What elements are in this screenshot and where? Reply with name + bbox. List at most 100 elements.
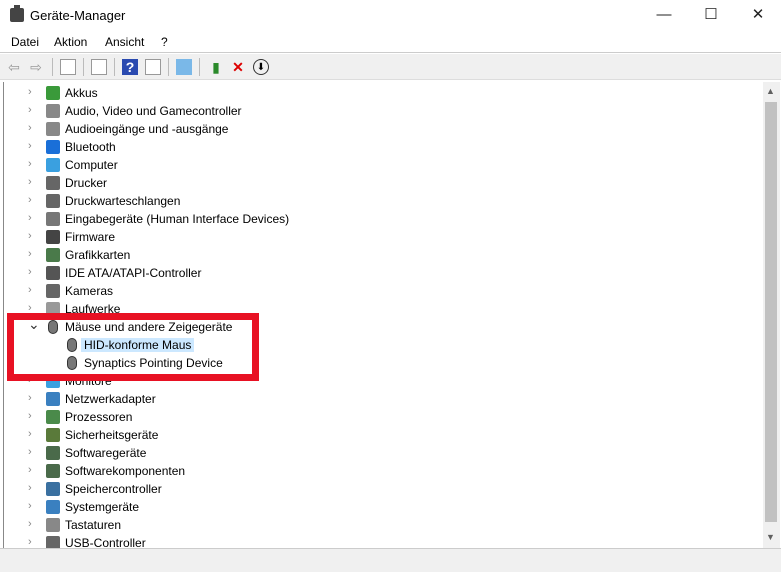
expand-chevron-icon[interactable]: › xyxy=(28,374,32,386)
menu-bar: Datei Aktion Ansicht ? xyxy=(0,31,781,53)
category-item[interactable]: › Akkus xyxy=(4,84,744,102)
minimize-button[interactable]: — xyxy=(641,4,687,26)
expand-chevron-icon[interactable]: › xyxy=(28,536,32,548)
collapse-chevron-icon[interactable]: ⌄ xyxy=(28,316,40,333)
item-label: Laufwerke xyxy=(65,302,121,316)
category-item[interactable]: › Tastaturen xyxy=(4,516,744,534)
expand-chevron-icon[interactable]: › xyxy=(28,176,32,188)
item-label: Systemgeräte xyxy=(65,500,140,514)
item-label: Drucker xyxy=(65,176,108,190)
expand-chevron-icon[interactable]: › xyxy=(28,230,32,242)
device-category-icon xyxy=(46,536,60,548)
expand-chevron-icon[interactable]: › xyxy=(28,266,32,278)
category-item[interactable]: › Prozessoren xyxy=(4,408,744,426)
expand-chevron-icon[interactable]: › xyxy=(28,86,32,98)
help-icon[interactable]: ? xyxy=(122,59,138,75)
category-item[interactable]: › Kameras xyxy=(4,282,744,300)
item-label: Akkus xyxy=(65,86,98,100)
expand-chevron-icon[interactable]: › xyxy=(28,446,32,458)
device-item[interactable]: Synaptics Pointing Device xyxy=(4,354,744,372)
device-category-icon xyxy=(46,392,60,406)
expand-chevron-icon[interactable]: › xyxy=(28,140,32,152)
category-item[interactable]: › Systemgeräte xyxy=(4,498,744,516)
expand-chevron-icon[interactable]: › xyxy=(28,482,32,494)
expand-chevron-icon[interactable]: › xyxy=(28,122,32,134)
item-label: USB-Controller xyxy=(65,536,146,548)
category-item[interactable]: › Audioeingänge und -ausgänge xyxy=(4,120,744,138)
disable-icon[interactable]: ⬇ xyxy=(253,59,269,75)
category-item[interactable]: › Monitore xyxy=(4,372,744,390)
category-item[interactable]: › Druckwarteschlangen xyxy=(4,192,744,210)
item-label: Druckwarteschlangen xyxy=(65,194,181,208)
category-item[interactable]: › Sicherheitsgeräte xyxy=(4,426,744,444)
back-icon[interactable]: ⇦ xyxy=(6,59,22,75)
vertical-scrollbar[interactable]: ▲ ▼ xyxy=(763,82,780,548)
item-label: Kameras xyxy=(65,284,114,298)
separator xyxy=(114,58,115,76)
category-item[interactable]: › Drucker xyxy=(4,174,744,192)
device-category-icon xyxy=(46,374,60,388)
expand-chevron-icon[interactable]: › xyxy=(28,284,32,296)
scroll-up-icon[interactable]: ▲ xyxy=(766,86,775,96)
expand-chevron-icon[interactable]: › xyxy=(28,464,32,476)
maximize-button[interactable]: ☐ xyxy=(688,4,734,26)
expand-chevron-icon[interactable]: › xyxy=(28,158,32,170)
item-label: Netzwerkadapter xyxy=(65,392,156,406)
category-item[interactable]: › USB-Controller xyxy=(4,534,744,548)
menu-ansicht[interactable]: Ansicht xyxy=(105,35,144,49)
scroll-down-icon[interactable]: ▼ xyxy=(766,532,775,542)
mouse-icon xyxy=(67,356,77,370)
category-item[interactable]: › IDE ATA/ATAPI-Controller xyxy=(4,264,744,282)
category-item[interactable]: › Laufwerke xyxy=(4,300,744,318)
category-item[interactable]: ⌄ Mäuse und andere Zeigegeräte xyxy=(4,316,744,336)
category-item[interactable]: › Audio, Video und Gamecontroller xyxy=(4,102,744,120)
category-item[interactable]: › Grafikkarten xyxy=(4,246,744,264)
menu-datei[interactable]: Datei xyxy=(11,35,39,49)
update-driver-icon[interactable]: ▮ xyxy=(208,59,224,75)
toolbar: ⇦ ⇨ ? ▮ ✕ ⬇ xyxy=(0,54,781,80)
item-label: Mäuse und andere Zeigegeräte xyxy=(65,320,233,334)
expand-chevron-icon[interactable]: › xyxy=(28,104,32,116)
close-button[interactable]: ✕ xyxy=(735,4,781,26)
forward-icon[interactable]: ⇨ xyxy=(28,59,44,75)
title-bar: Geräte-Manager — ☐ ✕ xyxy=(0,0,781,31)
device-category-icon xyxy=(46,518,60,532)
item-label: Softwaregeräte xyxy=(65,446,147,460)
category-item[interactable]: › Bluetooth xyxy=(4,138,744,156)
separator xyxy=(52,58,53,76)
category-item[interactable]: › Netzwerkadapter xyxy=(4,390,744,408)
device-category-icon xyxy=(46,446,60,460)
expand-chevron-icon[interactable]: › xyxy=(28,302,32,314)
category-item[interactable]: › Speichercontroller xyxy=(4,480,744,498)
category-item[interactable]: › Computer xyxy=(4,156,744,174)
expand-chevron-icon[interactable]: › xyxy=(28,212,32,224)
expand-chevron-icon[interactable]: › xyxy=(28,518,32,530)
device-category-icon xyxy=(46,158,60,172)
expand-chevron-icon[interactable]: › xyxy=(28,248,32,260)
expand-chevron-icon[interactable]: › xyxy=(28,392,32,404)
category-item[interactable]: › Eingabegeräte (Human Interface Devices) xyxy=(4,210,744,228)
item-label: IDE ATA/ATAPI-Controller xyxy=(65,266,202,280)
category-item[interactable]: › Softwaregeräte xyxy=(4,444,744,462)
action-pane-icon[interactable] xyxy=(145,59,161,75)
category-item[interactable]: › Softwarekomponenten xyxy=(4,462,744,480)
device-category-icon xyxy=(46,230,60,244)
scan-hardware-icon[interactable] xyxy=(176,59,192,75)
separator xyxy=(83,58,84,76)
scrollbar-thumb[interactable] xyxy=(765,102,777,522)
menu-help[interactable]: ? xyxy=(161,35,168,49)
item-label: Eingabegeräte (Human Interface Devices) xyxy=(65,212,290,226)
show-hide-console-tree-icon[interactable] xyxy=(60,59,76,75)
expand-chevron-icon[interactable]: › xyxy=(28,428,32,440)
menu-aktion[interactable]: Aktion xyxy=(54,35,87,49)
device-category-icon xyxy=(46,500,60,514)
expand-chevron-icon[interactable]: › xyxy=(28,500,32,512)
device-item[interactable]: HID-konforme Maus xyxy=(4,336,744,354)
status-bar xyxy=(0,548,781,572)
window-title: Geräte-Manager xyxy=(30,8,126,23)
expand-chevron-icon[interactable]: › xyxy=(28,194,32,206)
properties-icon[interactable] xyxy=(91,59,107,75)
uninstall-icon[interactable]: ✕ xyxy=(230,59,246,75)
category-item[interactable]: › Firmware xyxy=(4,228,744,246)
expand-chevron-icon[interactable]: › xyxy=(28,410,32,422)
